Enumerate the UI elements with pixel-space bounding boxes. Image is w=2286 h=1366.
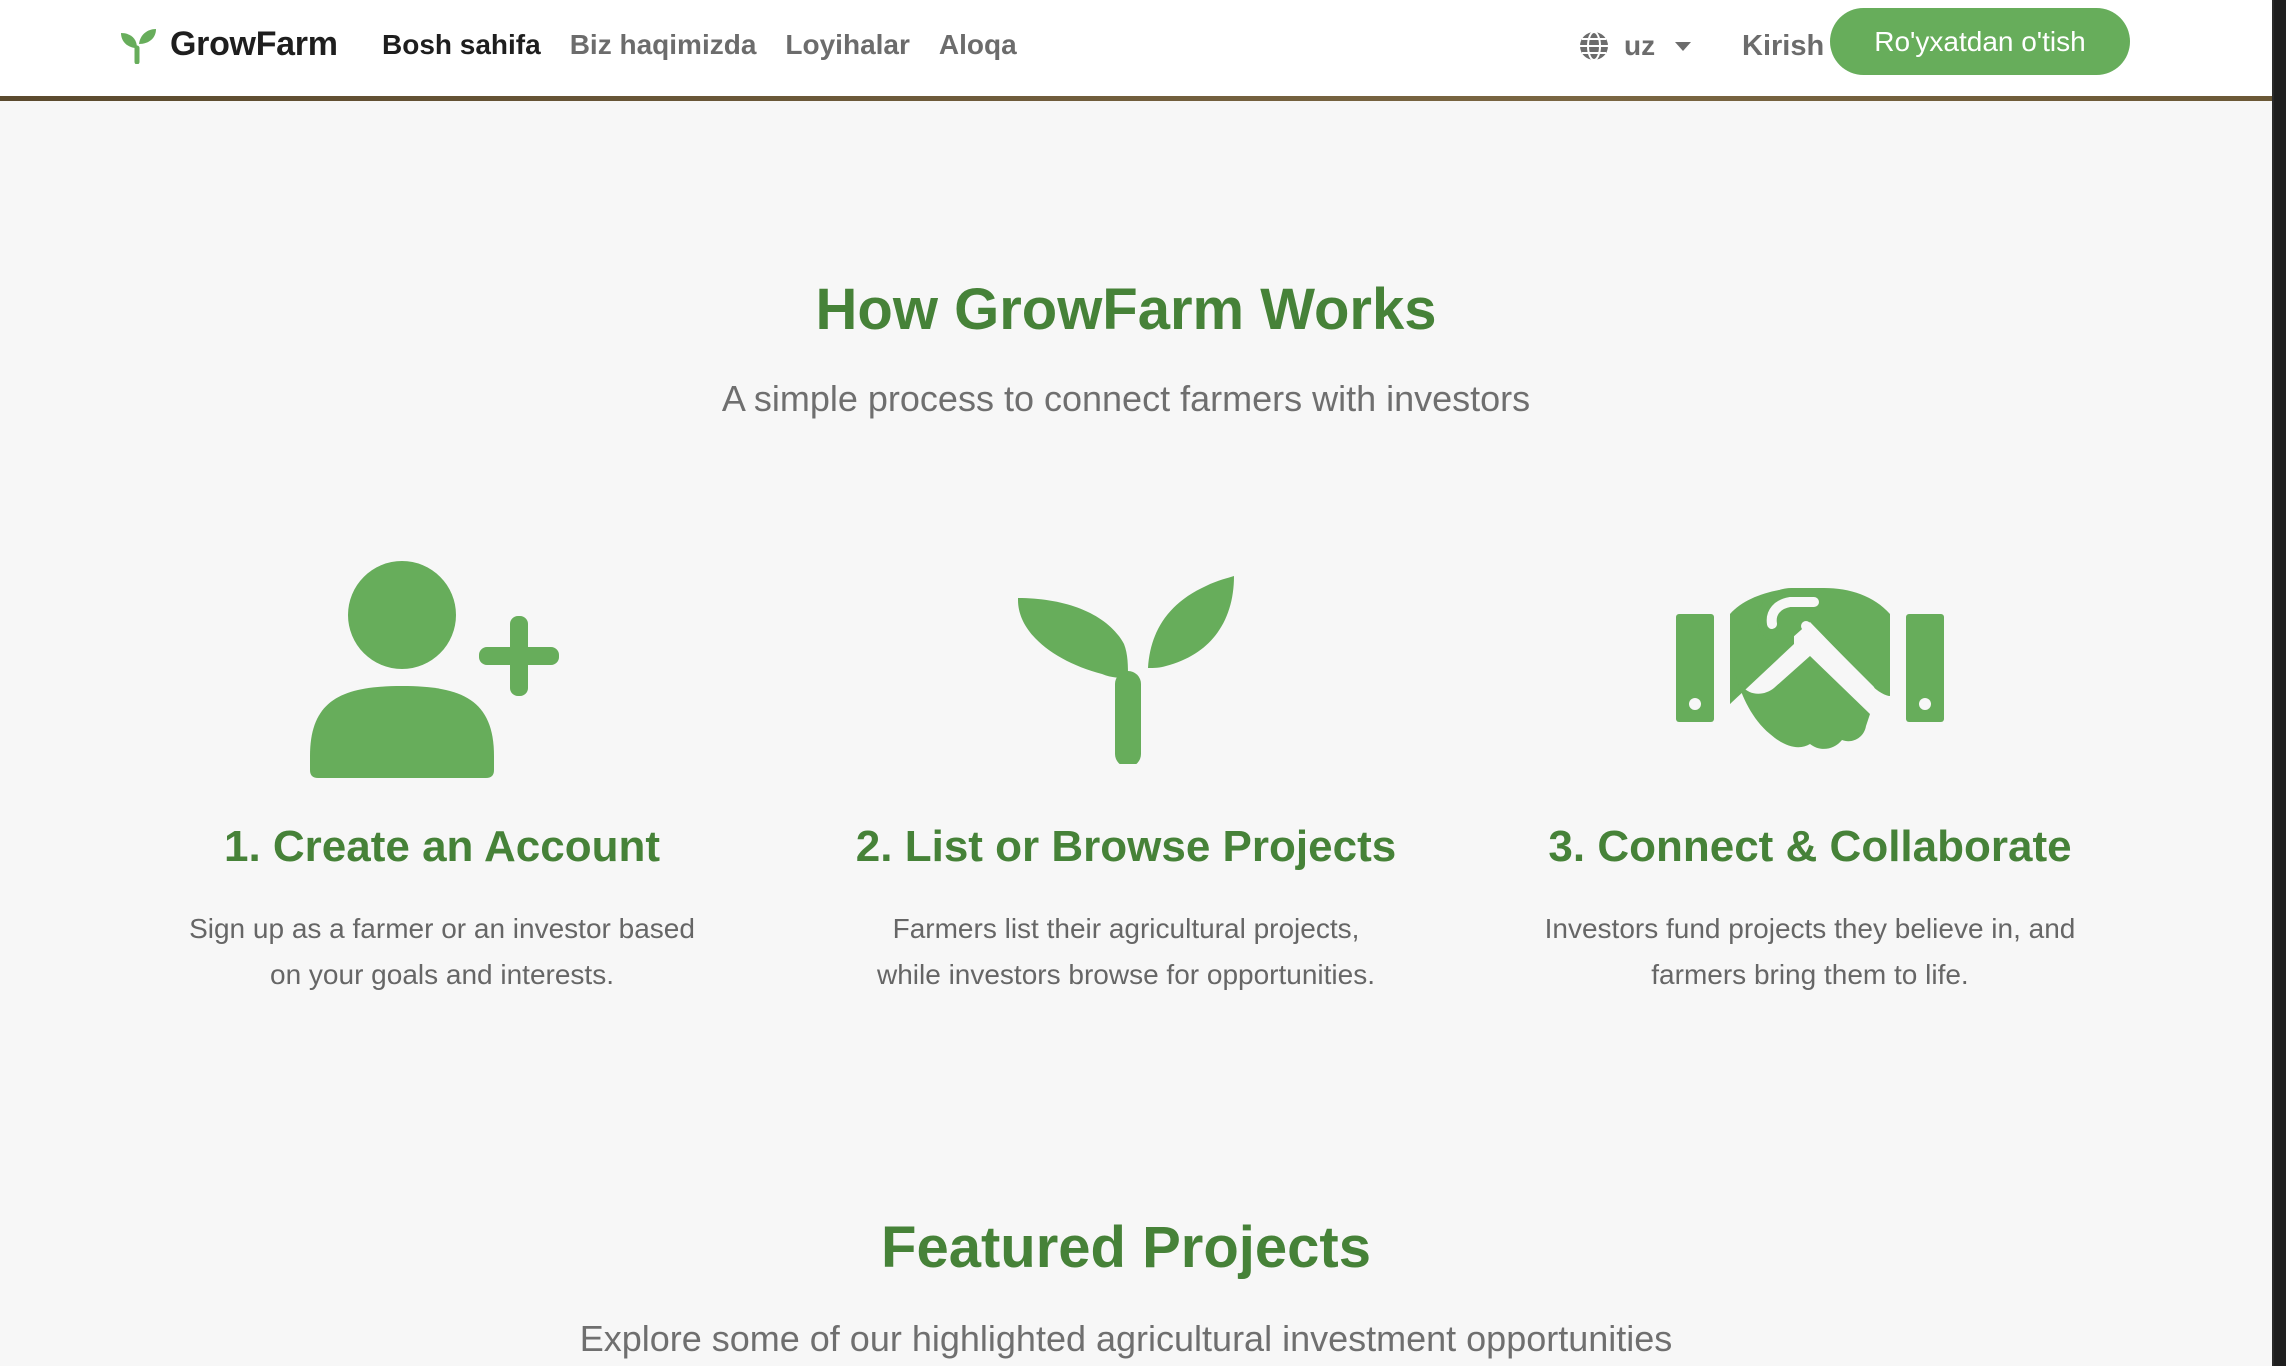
nav-link-about[interactable]: Biz haqimizda bbox=[570, 29, 757, 61]
step-description: Sign up as a farmer or an investor based… bbox=[142, 906, 742, 998]
step-description-line: Sign up as a farmer or an investor based bbox=[189, 913, 695, 944]
step-description-line: farmers bring them to life. bbox=[1651, 959, 1969, 990]
steps-row: 1. Create an Account Sign up as a farmer… bbox=[142, 540, 2112, 1010]
step-title: 2. List or Browse Projects bbox=[855, 822, 1397, 871]
navbar: GrowFarm Bosh sahifa Biz haqimizda Loyih… bbox=[0, 0, 2272, 98]
seedling-icon bbox=[1016, 574, 1236, 767]
login-link[interactable]: Kirish bbox=[1742, 24, 1824, 68]
chevron-down-icon bbox=[1675, 41, 1692, 51]
language-selector[interactable]: uz bbox=[1578, 24, 1692, 68]
signup-button[interactable]: Ro'yxatdan o'tish bbox=[1830, 8, 2130, 75]
nav-link-home[interactable]: Bosh sahifa bbox=[382, 29, 541, 61]
globe-icon bbox=[1578, 30, 1610, 62]
nav-links: Bosh sahifa Biz haqimizda Loyihalar Aloq… bbox=[382, 22, 1017, 68]
seedling-logo-icon bbox=[118, 24, 158, 64]
step-description-line: on your goals and interests. bbox=[270, 959, 614, 990]
step-description: Investors fund projects they believe in,… bbox=[1510, 906, 2110, 998]
how-it-works-subtitle: A simple process to connect farmers with… bbox=[721, 378, 1531, 419]
step-description-line: Investors fund projects they believe in,… bbox=[1544, 913, 2076, 944]
brand-name: GrowFarm bbox=[170, 24, 338, 63]
nav-link-contact[interactable]: Aloqa bbox=[939, 29, 1017, 61]
window-edge bbox=[2272, 0, 2286, 1366]
language-code: uz bbox=[1624, 30, 1656, 61]
handshake-icon bbox=[1674, 584, 1946, 754]
featured-projects-title: Featured Projects bbox=[881, 1215, 1371, 1280]
add-user-icon bbox=[302, 560, 582, 780]
navbar-divider bbox=[0, 96, 2272, 101]
step-description-line: while investors browse for opportunities… bbox=[876, 959, 1375, 990]
step-title: 1. Create an Account bbox=[223, 822, 661, 871]
step-title: 3. Connect & Collaborate bbox=[1548, 822, 2072, 871]
nav-link-projects[interactable]: Loyihalar bbox=[785, 29, 909, 61]
step-description-line: Farmers list their agricultural projects… bbox=[892, 913, 1360, 944]
how-it-works-title: How GrowFarm Works bbox=[815, 277, 1437, 342]
page: GrowFarm Bosh sahifa Biz haqimizda Loyih… bbox=[0, 0, 2286, 1366]
step-description: Farmers list their agricultural projects… bbox=[826, 906, 1426, 998]
featured-projects-subtitle: Explore some of our highlighted agricult… bbox=[579, 1318, 1673, 1359]
brand[interactable]: GrowFarm bbox=[118, 20, 338, 68]
